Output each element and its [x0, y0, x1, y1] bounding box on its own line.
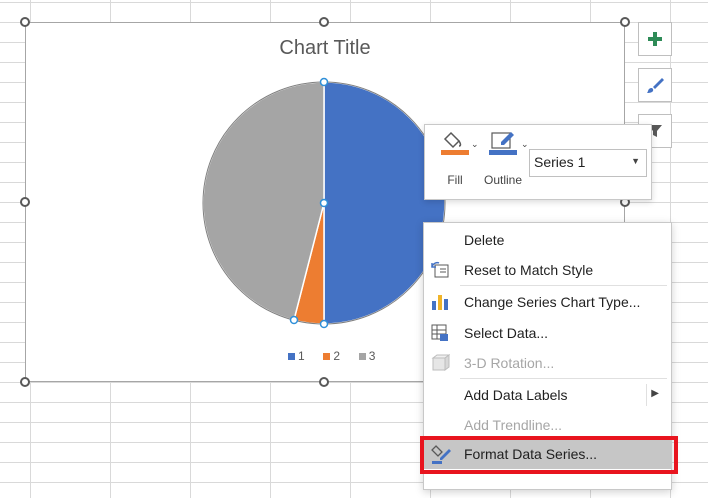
chevron-down-icon: ▼: [631, 156, 640, 166]
menu-item-label: Change Series Chart Type...: [464, 294, 641, 310]
legend[interactable]: 1 2 3: [288, 349, 375, 363]
pen-icon: [489, 132, 517, 155]
highlight-box: [420, 436, 678, 474]
menu-item-3d-rotation: 3-D Rotation...: [424, 349, 671, 377]
outline-button[interactable]: Outline: [481, 131, 525, 187]
menu-separator: [460, 378, 667, 379]
resize-handle-top-right[interactable]: [620, 17, 630, 27]
resize-handle-top[interactable]: [319, 17, 329, 27]
menu-item-label: Add Trendline...: [464, 417, 563, 433]
outline-dropdown-arrow[interactable]: ⌄: [521, 139, 529, 150]
series-selection-handle[interactable]: [319, 319, 329, 329]
paint-bucket-icon: [441, 131, 469, 155]
fill-label: Fill: [447, 173, 463, 187]
chart-styles-button[interactable]: [638, 68, 672, 102]
menu-item-delete[interactable]: Delete: [424, 226, 671, 254]
menu-item-select-data[interactable]: Select Data...: [424, 319, 671, 347]
menu-item-label: 3-D Rotation...: [464, 355, 555, 371]
menu-item-reset-style[interactable]: Reset to Match Style: [424, 256, 671, 284]
brush-icon: [647, 78, 664, 93]
resize-handle-top-left[interactable]: [20, 17, 30, 27]
series-selection-handle[interactable]: [319, 198, 329, 208]
legend-item-1: 1: [288, 349, 305, 363]
series-select-value: Series 1: [534, 154, 586, 170]
menu-item-label: Delete: [464, 232, 505, 248]
mini-toolbar: Fill ⌄ Outline ⌄ Series 1 ▼: [424, 124, 652, 200]
resize-handle-bottom[interactable]: [319, 377, 329, 387]
chart-elements-button[interactable]: [638, 22, 672, 56]
menu-item-label: Reset to Match Style: [464, 262, 594, 278]
resize-handle-left[interactable]: [20, 197, 30, 207]
fill-dropdown-arrow[interactable]: ⌄: [471, 139, 479, 150]
series-selection-handle[interactable]: [289, 315, 299, 325]
submenu-arrow-icon: ▶: [651, 388, 659, 399]
series-select[interactable]: Series 1 ▼: [529, 149, 647, 177]
legend-item-2: 2: [323, 349, 340, 363]
legend-item-3: 3: [358, 349, 375, 363]
plus-icon: [648, 32, 662, 46]
menu-item-change-chart-type[interactable]: Change Series Chart Type...: [424, 288, 671, 316]
menu-item-add-trendline: Add Trendline...: [424, 411, 671, 439]
outline-label: Outline: [483, 173, 523, 187]
menu-separator: [460, 285, 667, 286]
bar-chart-icon: [430, 292, 450, 312]
select-data-icon: [430, 323, 450, 343]
cube-icon: [430, 353, 451, 373]
series-selection-handle[interactable]: [319, 77, 329, 87]
menu-item-add-data-labels[interactable]: Add Data Labels ▶: [424, 381, 671, 409]
menu-item-label: Add Data Labels: [464, 387, 568, 403]
menu-item-label: Select Data...: [464, 325, 549, 341]
reset-style-icon: [430, 260, 450, 280]
resize-handle-bottom-left[interactable]: [20, 377, 30, 387]
